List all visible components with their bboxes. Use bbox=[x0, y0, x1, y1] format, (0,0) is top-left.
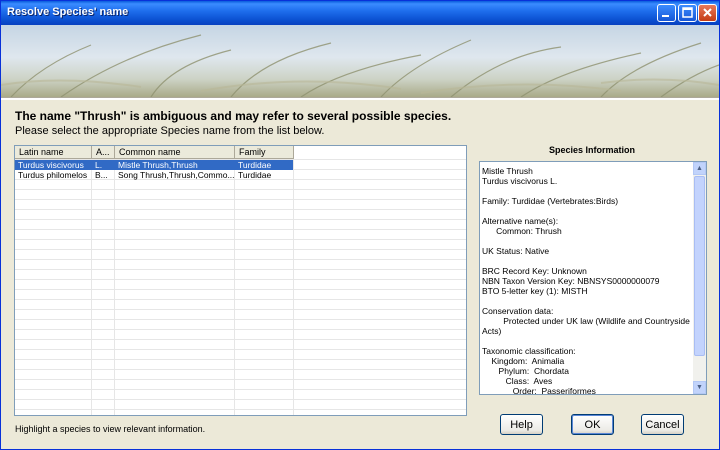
info-line: Mistle Thrush bbox=[482, 166, 533, 176]
scroll-thumb[interactable] bbox=[694, 176, 705, 356]
cell-common-name: Song Thrush,Thrush,Commo... bbox=[118, 170, 234, 180]
col-divider bbox=[114, 159, 115, 415]
info-line: Phylum: Chordata bbox=[482, 366, 569, 376]
species-info-text: Mistle Thrush Turdus viscivorus L. Famil… bbox=[482, 166, 692, 395]
info-line: Order: Passeriformes bbox=[482, 386, 596, 395]
info-line bbox=[482, 336, 692, 346]
info-line: Taxonomic classification: bbox=[482, 346, 576, 356]
list-item[interactable]: Turdus viscivorus L. Mistle Thrush,Thrus… bbox=[15, 160, 293, 170]
column-header-latin-name[interactable]: Latin name bbox=[15, 146, 92, 159]
info-line: Turdus viscivorus L. bbox=[482, 176, 558, 186]
chevron-down-icon: ▼ bbox=[696, 384, 703, 391]
info-line: Common: Thrush bbox=[482, 226, 562, 236]
minimize-icon bbox=[662, 15, 669, 17]
info-line bbox=[482, 206, 692, 216]
column-header-authority[interactable]: A... bbox=[92, 146, 115, 159]
banner-divider bbox=[1, 97, 719, 100]
scroll-up-button[interactable]: ▲ bbox=[693, 162, 706, 175]
cell-authority: L. bbox=[95, 160, 103, 170]
scroll-down-button[interactable]: ▼ bbox=[693, 381, 706, 394]
cell-authority: B... bbox=[95, 170, 108, 180]
species-list[interactable]: Latin name A... Common name Family Turdu… bbox=[14, 145, 467, 416]
info-scrollbar[interactable]: ▲ ▼ bbox=[693, 162, 706, 394]
list-grid bbox=[15, 159, 466, 415]
info-line bbox=[482, 256, 692, 266]
maximize-button[interactable] bbox=[678, 4, 697, 22]
cell-latin-name: Turdus viscivorus bbox=[18, 160, 84, 170]
cell-latin-name: Turdus philomelos bbox=[18, 170, 88, 180]
cell-family: Turdidae bbox=[238, 160, 272, 170]
col-divider bbox=[234, 159, 235, 415]
info-line: Conservation data: bbox=[482, 306, 554, 316]
info-line bbox=[482, 236, 692, 246]
column-header-common-name[interactable]: Common name bbox=[115, 146, 235, 159]
ok-button[interactable]: OK bbox=[571, 414, 614, 435]
list-header: Latin name A... Common name Family bbox=[15, 146, 295, 159]
info-line: NBN Taxon Version Key: NBNSYS0000000079 bbox=[482, 276, 660, 286]
chevron-up-icon: ▲ bbox=[696, 165, 703, 172]
cell-family: Turdidae bbox=[238, 170, 272, 180]
grass-illustration bbox=[1, 34, 719, 97]
ambiguity-message: The name "Thrush" is ambiguous and may r… bbox=[15, 109, 452, 123]
window-title: Resolve Species' name bbox=[7, 6, 129, 18]
info-line: Class: Aves bbox=[482, 376, 553, 386]
species-info-title: Species Information bbox=[548, 145, 636, 155]
minimize-button[interactable] bbox=[657, 4, 676, 22]
cancel-button[interactable]: Cancel bbox=[641, 414, 684, 435]
info-line bbox=[482, 296, 692, 306]
info-line: Acts) bbox=[482, 326, 502, 336]
resolve-species-dialog: Resolve Species' name The name "Thrush" … bbox=[0, 0, 720, 450]
close-button[interactable] bbox=[698, 4, 717, 22]
info-line bbox=[482, 186, 692, 196]
help-button[interactable]: Help bbox=[500, 414, 543, 435]
close-icon bbox=[703, 8, 712, 17]
hint-text: Highlight a species to view relevant inf… bbox=[15, 424, 206, 434]
info-line: Family: Turdidae (Vertebrates:Birds) bbox=[482, 196, 619, 206]
grass-banner-image bbox=[1, 25, 719, 97]
info-line: Protected under UK law (Wildlife and Cou… bbox=[482, 316, 690, 326]
info-line: BRC Record Key: Unknown bbox=[482, 266, 587, 276]
info-line: UK Status: Native bbox=[482, 246, 550, 256]
column-header-family[interactable]: Family bbox=[235, 146, 294, 159]
col-divider bbox=[91, 159, 92, 415]
list-item[interactable]: Turdus philomelos B... Song Thrush,Thrus… bbox=[15, 170, 293, 180]
info-line: Kingdom: Animalia bbox=[482, 356, 565, 366]
cell-common-name: Mistle Thrush,Thrush bbox=[118, 160, 198, 170]
species-info-panel[interactable]: Mistle Thrush Turdus viscivorus L. Famil… bbox=[479, 161, 707, 395]
title-bar[interactable]: Resolve Species' name bbox=[1, 1, 719, 25]
maximize-icon bbox=[682, 7, 693, 18]
info-line: Alternative name(s): bbox=[482, 216, 559, 226]
col-divider bbox=[293, 159, 294, 415]
info-line: BTO 5-letter key (1): MISTH bbox=[482, 286, 588, 296]
instruction-message: Please select the appropriate Species na… bbox=[15, 125, 325, 137]
